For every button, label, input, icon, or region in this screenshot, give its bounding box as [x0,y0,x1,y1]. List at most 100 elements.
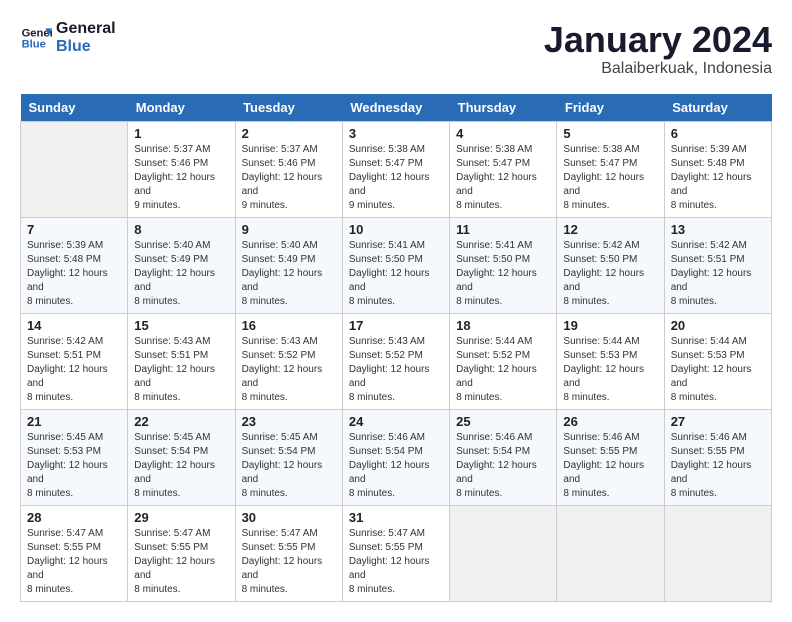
calendar-cell: 8 Sunrise: 5:40 AMSunset: 5:49 PMDaylight… [128,217,235,313]
logo-icon: General Blue [20,22,52,54]
day-info: Sunrise: 5:46 AMSunset: 5:54 PMDaylight:… [349,431,443,501]
calendar-cell: 11 Sunrise: 5:41 AMSunset: 5:50 PMDayligh… [450,217,557,313]
calendar-cell: 20 Sunrise: 5:44 AMSunset: 5:53 PMDayligh… [664,313,771,409]
day-number: 11 [456,222,550,237]
calendar-cell: 17 Sunrise: 5:43 AMSunset: 5:52 PMDayligh… [342,313,449,409]
col-friday: Friday [557,94,664,122]
calendar-cell: 4 Sunrise: 5:38 AMSunset: 5:47 PMDaylight… [450,121,557,217]
day-info: Sunrise: 5:39 AMSunset: 5:48 PMDaylight:… [671,143,765,213]
logo-text-general: General [56,20,116,38]
day-info: Sunrise: 5:38 AMSunset: 5:47 PMDaylight:… [349,143,443,213]
calendar-cell: 29 Sunrise: 5:47 AMSunset: 5:55 PMDayligh… [128,505,235,601]
calendar-cell: 24 Sunrise: 5:46 AMSunset: 5:54 PMDayligh… [342,409,449,505]
day-number: 15 [134,318,228,333]
calendar-subtitle: Balaiberkuak, Indonesia [544,60,772,78]
calendar-cell: 30 Sunrise: 5:47 AMSunset: 5:55 PMDayligh… [235,505,342,601]
calendar-cell [557,505,664,601]
calendar-cell: 19Sunrise: 5:44 AMSunset: 5:53 PMDayligh… [557,313,664,409]
day-number: 4 [456,126,550,141]
day-number: 21 [27,414,121,429]
day-number: 30 [242,510,336,525]
day-number: 20 [671,318,765,333]
day-number: 27 [671,414,765,429]
day-info: Sunrise: 5:41 AMSunset: 5:50 PMDaylight:… [456,239,550,309]
day-number: 7 [27,222,121,237]
day-number: 29 [134,510,228,525]
calendar-cell: 18Sunrise: 5:44 AMSunset: 5:52 PMDayligh… [450,313,557,409]
day-number: 3 [349,126,443,141]
calendar-cell: 14 Sunrise: 5:42 AMSunset: 5:51 PMDayligh… [21,313,128,409]
calendar-cell: 27Sunrise: 5:46 AMSunset: 5:55 PMDayligh… [664,409,771,505]
day-info: Sunrise: 5:37 AMSunset: 5:46 PMDaylight:… [134,143,228,213]
col-thursday: Thursday [450,94,557,122]
calendar-week-1: 1 Sunrise: 5:37 AMSunset: 5:46 PMDaylight… [21,121,772,217]
day-number: 10 [349,222,443,237]
day-number: 8 [134,222,228,237]
calendar-cell: 5Sunrise: 5:38 AMSunset: 5:47 PMDaylight… [557,121,664,217]
day-info: Sunrise: 5:45 AMSunset: 5:54 PMDaylight:… [242,431,336,501]
day-number: 9 [242,222,336,237]
calendar-cell: 28 Sunrise: 5:47 AMSunset: 5:55 PMDayligh… [21,505,128,601]
day-number: 14 [27,318,121,333]
calendar-cell: 3 Sunrise: 5:38 AMSunset: 5:47 PMDaylight… [342,121,449,217]
day-info: Sunrise: 5:44 AMSunset: 5:53 PMDaylight:… [563,335,657,405]
calendar-cell: 23 Sunrise: 5:45 AMSunset: 5:54 PMDayligh… [235,409,342,505]
day-info: Sunrise: 5:47 AMSunset: 5:55 PMDaylight:… [349,527,443,597]
calendar-cell: 31Sunrise: 5:47 AMSunset: 5:55 PMDayligh… [342,505,449,601]
calendar-cell [664,505,771,601]
day-info: Sunrise: 5:44 AMSunset: 5:53 PMDaylight:… [671,335,765,405]
day-info: Sunrise: 5:42 AMSunset: 5:51 PMDaylight:… [671,239,765,309]
day-info: Sunrise: 5:44 AMSunset: 5:52 PMDaylight:… [456,335,550,405]
day-number: 1 [134,126,228,141]
day-info: Sunrise: 5:41 AMSunset: 5:50 PMDaylight:… [349,239,443,309]
day-number: 22 [134,414,228,429]
svg-text:Blue: Blue [22,38,46,50]
calendar-cell: 10 Sunrise: 5:41 AMSunset: 5:50 PMDayligh… [342,217,449,313]
day-number: 6 [671,126,765,141]
day-info: Sunrise: 5:46 AMSunset: 5:54 PMDaylight:… [456,431,550,501]
day-number: 23 [242,414,336,429]
day-info: Sunrise: 5:47 AMSunset: 5:55 PMDaylight:… [27,527,121,597]
day-info: Sunrise: 5:38 AMSunset: 5:47 PMDaylight:… [456,143,550,213]
day-info: Sunrise: 5:42 AMSunset: 5:51 PMDaylight:… [27,335,121,405]
col-sunday: Sunday [21,94,128,122]
day-info: Sunrise: 5:47 AMSunset: 5:55 PMDaylight:… [242,527,336,597]
day-number: 24 [349,414,443,429]
calendar-cell: 7 Sunrise: 5:39 AMSunset: 5:48 PMDaylight… [21,217,128,313]
day-info: Sunrise: 5:38 AMSunset: 5:47 PMDaylight:… [563,143,657,213]
calendar-body: 1 Sunrise: 5:37 AMSunset: 5:46 PMDaylight… [21,121,772,601]
day-number: 13 [671,222,765,237]
day-number: 25 [456,414,550,429]
calendar-title: January 2024 [544,20,772,60]
day-number: 12 [563,222,657,237]
calendar-cell: 12Sunrise: 5:42 AMSunset: 5:50 PMDayligh… [557,217,664,313]
calendar-table: Sunday Monday Tuesday Wednesday Thursday… [20,94,772,602]
calendar-cell: 2Sunrise: 5:37 AMSunset: 5:46 PMDaylight… [235,121,342,217]
day-number: 17 [349,318,443,333]
day-number: 26 [563,414,657,429]
col-saturday: Saturday [664,94,771,122]
day-info: Sunrise: 5:43 AMSunset: 5:52 PMDaylight:… [349,335,443,405]
calendar-cell: 25 Sunrise: 5:46 AMSunset: 5:54 PMDayligh… [450,409,557,505]
col-tuesday: Tuesday [235,94,342,122]
day-info: Sunrise: 5:45 AMSunset: 5:53 PMDaylight:… [27,431,121,501]
calendar-cell: 21 Sunrise: 5:45 AMSunset: 5:53 PMDayligh… [21,409,128,505]
calendar-cell: 13 Sunrise: 5:42 AMSunset: 5:51 PMDayligh… [664,217,771,313]
calendar-week-5: 28 Sunrise: 5:47 AMSunset: 5:55 PMDayligh… [21,505,772,601]
calendar-cell [450,505,557,601]
page-header: General Blue General Blue January 2024 B… [20,20,772,78]
day-number: 2 [242,126,336,141]
calendar-week-4: 21 Sunrise: 5:45 AMSunset: 5:53 PMDayligh… [21,409,772,505]
title-block: January 2024 Balaiberkuak, Indonesia [544,20,772,78]
header-row: Sunday Monday Tuesday Wednesday Thursday… [21,94,772,122]
day-number: 16 [242,318,336,333]
day-info: Sunrise: 5:45 AMSunset: 5:54 PMDaylight:… [134,431,228,501]
day-number: 28 [27,510,121,525]
day-info: Sunrise: 5:39 AMSunset: 5:48 PMDaylight:… [27,239,121,309]
day-info: Sunrise: 5:40 AMSunset: 5:49 PMDaylight:… [134,239,228,309]
calendar-header: Sunday Monday Tuesday Wednesday Thursday… [21,94,772,122]
day-info: Sunrise: 5:40 AMSunset: 5:49 PMDaylight:… [242,239,336,309]
day-info: Sunrise: 5:47 AMSunset: 5:55 PMDaylight:… [134,527,228,597]
calendar-week-2: 7 Sunrise: 5:39 AMSunset: 5:48 PMDaylight… [21,217,772,313]
calendar-cell: 22 Sunrise: 5:45 AMSunset: 5:54 PMDayligh… [128,409,235,505]
